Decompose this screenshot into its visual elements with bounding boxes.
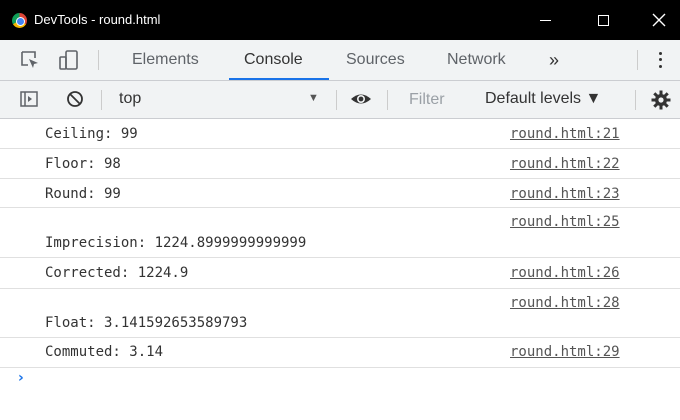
console-message: Commuted: 3.14 round.html:29 bbox=[0, 338, 680, 368]
log-levels-dropdown[interactable]: Default levels ▼ bbox=[485, 90, 601, 108]
console-toolbar: top ▼ Default levels ▼ bbox=[0, 81, 680, 119]
message-text: Ceiling: 99 bbox=[45, 126, 138, 142]
message-text: Floor: 98 bbox=[45, 156, 121, 172]
chrome-icon bbox=[12, 13, 27, 28]
message-text: Round: 99 bbox=[45, 186, 121, 202]
context-selector[interactable]: top bbox=[119, 90, 141, 108]
device-toolbar-icon[interactable] bbox=[58, 50, 78, 70]
toolbar-divider bbox=[98, 50, 99, 70]
source-link[interactable]: round.html:21 bbox=[510, 126, 620, 142]
message-text: Commuted: 3.14 bbox=[45, 344, 164, 360]
message-text: Imprecision: 1224.8999999999999 bbox=[45, 235, 307, 251]
title-bar: DevTools - round.html bbox=[0, 0, 680, 40]
message-text: Float: 3.141592653589793 bbox=[45, 315, 248, 331]
source-link[interactable]: round.html:25 bbox=[510, 214, 620, 230]
source-link[interactable]: round.html:22 bbox=[510, 156, 620, 172]
console-message: Corrected: 1224.9 round.html:26 bbox=[0, 258, 680, 289]
maximize-button[interactable] bbox=[580, 0, 626, 40]
maximize-icon bbox=[597, 14, 609, 26]
tab-console[interactable]: Console bbox=[244, 40, 303, 80]
source-link[interactable]: round.html:23 bbox=[510, 186, 620, 202]
toolbar-divider bbox=[387, 90, 388, 110]
settings-gear-icon[interactable] bbox=[651, 90, 671, 110]
context-dropdown-icon[interactable]: ▼ bbox=[308, 92, 319, 104]
minimize-button[interactable] bbox=[522, 0, 568, 40]
console-message: Ceiling: 99 round.html:21 bbox=[0, 119, 680, 149]
console-message: Round: 99 round.html:23 bbox=[0, 179, 680, 208]
filter-input[interactable] bbox=[399, 88, 469, 112]
active-tab-indicator bbox=[229, 78, 329, 80]
close-button[interactable] bbox=[636, 0, 680, 40]
sidebar-toggle-icon[interactable] bbox=[20, 90, 40, 110]
minimize-icon bbox=[539, 19, 551, 21]
source-link[interactable]: round.html:26 bbox=[510, 265, 620, 281]
tab-elements[interactable]: Elements bbox=[132, 40, 199, 80]
message-text: Corrected: 1224.9 bbox=[45, 265, 189, 281]
console-prompt-icon[interactable]: › bbox=[18, 370, 24, 386]
inspect-element-icon[interactable] bbox=[20, 50, 40, 70]
toolbar-divider bbox=[101, 90, 102, 110]
tab-network[interactable]: Network bbox=[447, 40, 506, 80]
console-message: Floor: 98 round.html:22 bbox=[0, 149, 680, 179]
window-title: DevTools - round.html bbox=[34, 12, 161, 27]
source-link[interactable]: round.html:28 bbox=[510, 295, 620, 311]
toolbar-divider bbox=[637, 50, 638, 70]
devtools-tab-bar: Elements Console Sources Network » bbox=[0, 40, 680, 81]
close-icon bbox=[652, 13, 666, 27]
live-expression-eye-icon[interactable] bbox=[350, 90, 371, 110]
tab-sources[interactable]: Sources bbox=[346, 40, 405, 80]
toolbar-divider bbox=[635, 90, 636, 110]
more-tabs-icon[interactable]: » bbox=[549, 40, 559, 80]
more-options-icon[interactable] bbox=[655, 50, 665, 70]
toolbar-divider bbox=[336, 90, 337, 110]
console-message: Float: 3.141592653589793 round.html:28 bbox=[0, 289, 680, 338]
source-link[interactable]: round.html:29 bbox=[510, 344, 620, 360]
clear-console-icon[interactable] bbox=[66, 90, 86, 110]
console-message: Imprecision: 1224.8999999999999 round.ht… bbox=[0, 208, 680, 258]
